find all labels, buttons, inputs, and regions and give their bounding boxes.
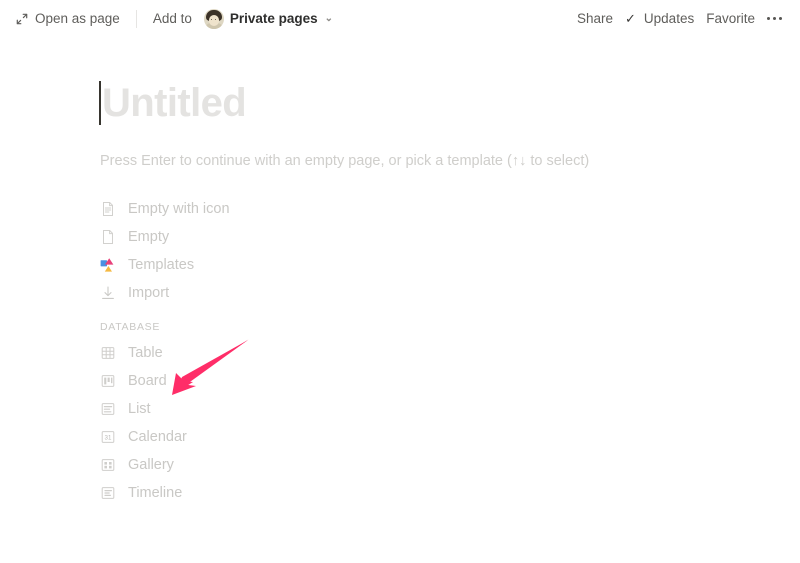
option-import[interactable]: Import bbox=[100, 279, 420, 307]
chevron-down-icon: ⌄ bbox=[324, 13, 334, 24]
updates-label: Updates bbox=[643, 11, 695, 26]
calendar-31-icon: 31 bbox=[100, 429, 116, 445]
option-label: Empty with icon bbox=[128, 201, 230, 217]
dot-icon bbox=[767, 17, 770, 20]
list-lines-icon bbox=[100, 401, 116, 417]
user-avatar bbox=[203, 8, 224, 29]
gallery-squares-icon bbox=[100, 457, 116, 473]
page-title[interactable]: Untitled bbox=[102, 81, 247, 125]
option-label: Templates bbox=[128, 257, 195, 273]
option-timeline[interactable]: Timeline bbox=[100, 479, 420, 507]
option-table[interactable]: Table bbox=[100, 339, 420, 367]
option-list[interactable]: List bbox=[100, 395, 420, 423]
option-empty[interactable]: Empty bbox=[100, 223, 420, 251]
page-with-lines-icon bbox=[100, 201, 116, 217]
option-label: Board bbox=[128, 373, 167, 389]
timeline-icon bbox=[100, 485, 116, 501]
add-to-label-wrap: Add to bbox=[147, 7, 198, 31]
toolbar-divider bbox=[135, 9, 137, 28]
dot-icon bbox=[773, 17, 776, 20]
option-label: Import bbox=[128, 285, 170, 301]
option-empty-with-icon[interactable]: Empty with icon bbox=[100, 195, 420, 223]
open-as-page-label: Open as page bbox=[35, 11, 120, 26]
add-to-label: Add to bbox=[152, 11, 192, 26]
favorite-button[interactable]: Favorite bbox=[700, 7, 761, 31]
blank-page-icon bbox=[100, 229, 116, 245]
expand-diagonal-icon bbox=[15, 12, 29, 26]
workspace-label: Private pages bbox=[229, 11, 318, 26]
option-templates[interactable]: Templates bbox=[100, 251, 420, 279]
text-cursor bbox=[99, 81, 101, 125]
table-grid-icon bbox=[100, 345, 116, 361]
option-gallery[interactable]: Gallery bbox=[100, 451, 420, 479]
option-label: List bbox=[128, 401, 151, 417]
board-columns-icon bbox=[100, 373, 116, 389]
toolbar-left-group: Open as page Add to Private pages ⌄ bbox=[0, 7, 339, 31]
share-button[interactable]: Share bbox=[571, 7, 619, 31]
check-icon: ✓ bbox=[625, 10, 636, 26]
template-options-list: Empty with icon Empty Templates Import D… bbox=[100, 195, 420, 507]
templates-shapes-icon bbox=[100, 257, 116, 273]
option-label: Timeline bbox=[128, 485, 183, 501]
download-arrow-icon bbox=[100, 285, 116, 301]
toolbar-right-group: Share ✓ Updates Favorite bbox=[571, 0, 788, 37]
favorite-label: Favorite bbox=[706, 11, 755, 26]
option-label: Gallery bbox=[128, 457, 174, 473]
open-as-page-button[interactable]: Open as page bbox=[9, 7, 126, 31]
svg-text:31: 31 bbox=[105, 435, 112, 442]
option-board[interactable]: Board bbox=[100, 367, 420, 395]
option-calendar[interactable]: 31 Calendar bbox=[100, 423, 420, 451]
page-hint-text: Press Enter to continue with an empty pa… bbox=[100, 153, 590, 169]
database-section-label: DATABASE bbox=[100, 321, 161, 333]
dot-icon bbox=[779, 17, 782, 20]
option-label: Empty bbox=[128, 229, 170, 245]
page-title-row[interactable]: Untitled bbox=[99, 81, 247, 125]
updates-button[interactable]: ✓ Updates bbox=[619, 7, 700, 31]
share-label: Share bbox=[576, 11, 614, 26]
more-options-button[interactable] bbox=[761, 17, 788, 20]
top-toolbar: Open as page Add to Private pages ⌄ Shar… bbox=[0, 0, 800, 37]
workspace-selector[interactable]: Private pages ⌄ bbox=[198, 7, 339, 31]
option-label: Calendar bbox=[128, 429, 187, 445]
option-label: Table bbox=[128, 345, 163, 361]
